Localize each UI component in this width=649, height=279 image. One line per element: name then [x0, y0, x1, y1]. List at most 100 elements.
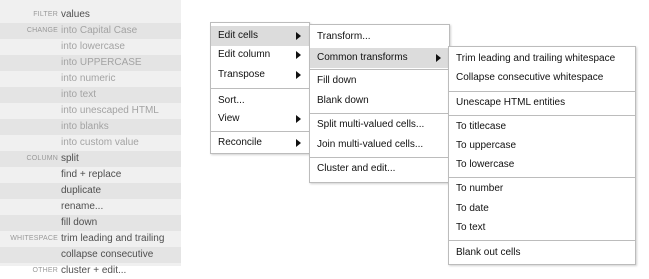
- facet-row-into-capital-case[interactable]: change into Capital Case: [0, 23, 181, 39]
- facet-row-duplicate[interactable]: duplicate: [0, 183, 181, 199]
- menu-item-label: Edit cells: [218, 30, 259, 41]
- menu-item-unescape-html[interactable]: Unescape HTML entities: [449, 93, 635, 113]
- menu-item-edit-cells[interactable]: Edit cells: [211, 26, 309, 46]
- facet-row-into-numeric[interactable]: into numeric: [0, 71, 181, 87]
- menu-item-trim-whitespace[interactable]: Trim leading and trailing whitespace: [449, 49, 635, 69]
- submenu-arrow-icon: [296, 32, 301, 40]
- menu-item-edit-column[interactable]: Edit column: [211, 45, 309, 65]
- menu-item-label: Trim leading and trailing whitespace: [456, 53, 616, 64]
- menu-item-label: Fill down: [317, 75, 357, 86]
- menu-item-label: Cluster and edit...: [317, 163, 396, 174]
- facet-value-label: values: [61, 9, 90, 20]
- facet-row-into-custom-value[interactable]: into custom value: [0, 135, 181, 151]
- menu-item-label: To lowercase: [456, 159, 515, 170]
- facet-value-label: trim leading and trailing: [61, 233, 165, 244]
- menu-item-label: Transform...: [317, 31, 371, 42]
- menu-separator: [449, 177, 635, 178]
- facet-row-filter-values[interactable]: filter values: [0, 7, 181, 23]
- menu-item-blank-out-cells[interactable]: Blank out cells: [449, 243, 635, 263]
- menu-item-to-uppercase[interactable]: To uppercase: [449, 136, 635, 156]
- common-transforms-submenu: Trim leading and trailing whitespace Col…: [448, 46, 636, 265]
- menu-separator: [449, 91, 635, 92]
- facet-value-label: duplicate: [61, 185, 102, 196]
- submenu-arrow-icon: [296, 139, 301, 147]
- menu-item-transform[interactable]: Transform...: [310, 27, 449, 47]
- facet-category-label: whitespace: [10, 235, 58, 242]
- facet-value-label: into Capital Case: [61, 25, 138, 36]
- submenu-arrow-icon: [296, 51, 301, 59]
- menu-item-label: Sort...: [218, 95, 245, 106]
- menu-separator: [211, 131, 309, 132]
- facet-value-label: into custom value: [61, 137, 139, 148]
- facet-row-partial: [0, 0, 181, 7]
- menu-item-label: Edit column: [218, 49, 271, 60]
- menu-item-label: Split multi-valued cells...: [317, 119, 425, 130]
- menu-separator: [310, 113, 449, 114]
- menu-item-label: To uppercase: [456, 140, 517, 151]
- menu-item-label: Transpose: [218, 69, 265, 80]
- menu-item-label: View: [218, 113, 240, 124]
- facet-value-label: cluster + edit...: [61, 265, 127, 276]
- menu-item-label: Unescape HTML entities: [456, 97, 566, 108]
- menu-item-reconcile[interactable]: Reconcile: [211, 133, 309, 153]
- operations-facet-panel: filter values change into Capital Case i…: [0, 0, 181, 276]
- submenu-arrow-icon: [296, 115, 301, 123]
- facet-row-into-text[interactable]: into text: [0, 87, 181, 103]
- facet-row-trim-leading-trailing[interactable]: whitespace trim leading and trailing: [0, 231, 181, 247]
- facet-row-collapse-consecutive[interactable]: collapse consecutive: [0, 247, 181, 263]
- facet-value-label: into blanks: [61, 121, 109, 132]
- menu-item-label: Join multi-valued cells...: [317, 139, 424, 150]
- edit-cells-submenu: Transform... Common transforms Fill down…: [309, 24, 450, 183]
- menu-item-to-text[interactable]: To text: [449, 218, 635, 238]
- facet-row-rename[interactable]: rename...: [0, 199, 181, 215]
- menu-item-view[interactable]: View: [211, 109, 309, 129]
- facet-category-label: column: [26, 155, 58, 162]
- facet-category-label: change: [26, 27, 58, 34]
- menu-separator: [449, 240, 635, 241]
- submenu-arrow-icon: [296, 71, 301, 79]
- facet-row-into-unescaped-html[interactable]: into unescaped HTML: [0, 103, 181, 119]
- menu-item-to-number[interactable]: To number: [449, 179, 635, 199]
- menu-item-cluster-edit[interactable]: Cluster and edit...: [310, 159, 449, 179]
- menu-item-split-multi-valued[interactable]: Split multi-valued cells...: [310, 115, 449, 135]
- menu-item-label: Collapse consecutive whitespace: [456, 72, 604, 83]
- menu-item-to-titlecase[interactable]: To titlecase: [449, 117, 635, 137]
- facet-category-label: other: [32, 267, 58, 274]
- menu-item-to-date[interactable]: To date: [449, 199, 635, 219]
- facet-value-label: fill down: [61, 217, 98, 228]
- column-menu: Edit cells Edit column Transpose Sort...…: [210, 22, 310, 154]
- facet-value-label: into numeric: [61, 73, 116, 84]
- facet-row-fill-down[interactable]: fill down: [0, 215, 181, 231]
- menu-separator: [211, 88, 309, 89]
- facet-value-label: into UPPERCASE: [61, 57, 142, 68]
- facet-row-cluster-edit[interactable]: other cluster + edit...: [0, 263, 181, 279]
- menu-item-to-lowercase[interactable]: To lowercase: [449, 155, 635, 175]
- menu-item-collapse-whitespace[interactable]: Collapse consecutive whitespace: [449, 68, 635, 88]
- menu-item-blank-down[interactable]: Blank down: [310, 91, 449, 111]
- menu-item-label: To number: [456, 183, 504, 194]
- facet-row-find-replace[interactable]: find + replace: [0, 167, 181, 183]
- menu-item-label: To date: [456, 203, 489, 214]
- menu-item-join-multi-valued[interactable]: Join multi-valued cells...: [310, 135, 449, 155]
- menu-separator: [310, 69, 449, 70]
- facet-row-into-lowercase[interactable]: into lowercase: [0, 39, 181, 55]
- facet-value-label: rename...: [61, 201, 104, 212]
- facet-row-into-uppercase[interactable]: into UPPERCASE: [0, 55, 181, 71]
- menu-item-fill-down[interactable]: Fill down: [310, 71, 449, 91]
- facet-category-label: filter: [33, 11, 58, 18]
- menu-item-sort[interactable]: Sort...: [211, 91, 309, 111]
- menu-item-label: To text: [456, 222, 486, 233]
- menu-item-common-transforms[interactable]: Common transforms: [310, 48, 449, 68]
- facet-row-split[interactable]: column split: [0, 151, 181, 167]
- facet-value-label: into text: [61, 89, 97, 100]
- menu-separator: [449, 115, 635, 116]
- menu-item-transpose[interactable]: Transpose: [211, 65, 309, 85]
- menu-item-label: Reconcile: [218, 137, 262, 148]
- menu-item-label: Blank out cells: [456, 247, 521, 258]
- menu-item-label: Blank down: [317, 95, 369, 106]
- facet-value-label: into lowercase: [61, 41, 125, 52]
- facet-row-into-blanks[interactable]: into blanks: [0, 119, 181, 135]
- menu-separator: [310, 157, 449, 158]
- menu-item-label: To titlecase: [456, 121, 507, 132]
- facet-value-label: find + replace: [61, 169, 122, 180]
